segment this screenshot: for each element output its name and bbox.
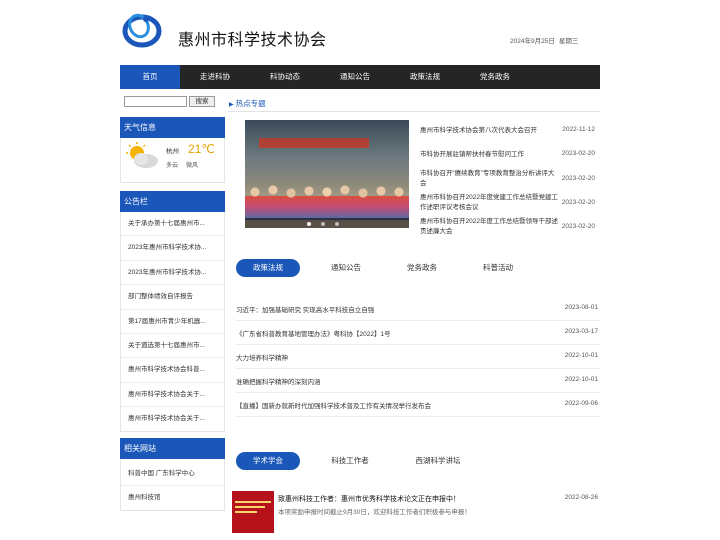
news-date: 2022-10-01 — [564, 376, 598, 383]
tab-science[interactable]: 科普活动 — [466, 259, 530, 277]
notice-item[interactable]: 关于承办第十七届惠州市... — [121, 212, 224, 237]
search-input[interactable] — [124, 96, 187, 107]
news-date: 2023-08-01 — [564, 304, 598, 311]
tab-policy[interactable]: 政策法规 — [236, 259, 300, 277]
academic-tabs: 学术学会 科技工作者 西湖科学讲坛 — [236, 452, 600, 472]
featured-date: 2022-08-26 — [564, 494, 598, 501]
notice-item[interactable]: 部门整体绩效自评报告 — [121, 285, 224, 310]
weather-temp: 21℃ — [188, 142, 215, 156]
notice-item[interactable]: 关于遴选第十七届惠州市... — [121, 334, 224, 359]
notice-item[interactable]: 惠州市科学技术协会关于... — [121, 407, 224, 431]
tab-scientists[interactable]: 科技工作者 — [318, 452, 382, 470]
weekday-text: 星期三 — [558, 38, 579, 45]
hot-topics-heading: ▶ 热点专题 — [229, 98, 266, 109]
featured-thumbnail[interactable] — [232, 491, 274, 533]
nav-about[interactable]: 走进科协 — [180, 65, 250, 89]
news-row[interactable]: 习近平：加强基础研究 实现高水平科技自立自强 2023-08-01 — [236, 297, 600, 321]
weather-heading: 天气信息 — [120, 117, 225, 138]
link-item[interactable]: 科普中国 广东科学中心 — [121, 462, 224, 486]
carousel-photo — [245, 180, 409, 220]
hot-item-title: 市科协开展驻镇帮扶村春节慰问工作 — [420, 151, 524, 158]
news-title: 准确把握科学精神的深刻内涵 — [236, 379, 321, 386]
nav-notices[interactable]: 通知公告 — [320, 65, 390, 89]
links-list: 科普中国 广东科学中心 惠州科技馆 — [120, 459, 225, 511]
notice-item[interactable]: 2023年惠州市科学技术协... — [121, 261, 224, 286]
notice-list: 关于承办第十七届惠州市... 2023年惠州市科学技术协... 2023年惠州市… — [120, 212, 225, 432]
carousel-dot[interactable] — [307, 222, 311, 226]
news-row[interactable]: 《广东省科普教育基地管理办法》粤科协【2022】1号 2023-03-17 — [236, 321, 600, 345]
thumbnail-line — [235, 506, 265, 508]
news-title: 【直播】国新办就新时代加强科学技术普及工作有关情况举行发布会 — [236, 403, 431, 410]
triangle-right-icon: ▶ — [229, 102, 234, 108]
news-row[interactable]: 大力培养科学精神 2022-10-01 — [236, 345, 600, 369]
hot-item-title: 惠州市科学技术协会第八次代表大会召开 — [420, 127, 537, 134]
weather-wind: 微风 — [186, 163, 199, 169]
featured-title[interactable]: 致惠州科技工作者：惠州市优秀科学技术论文正在申报中！ — [278, 494, 460, 504]
weather-condition: 多云 — [166, 163, 179, 169]
main-nav: 首页 走进科协 科协动态 通知公告 政策法规 党务政务 — [120, 65, 600, 89]
weather-city: 杭州 — [166, 148, 179, 155]
site-title: 惠州市科学技术协会 — [178, 32, 327, 49]
hot-topics-label: 热点专题 — [235, 99, 266, 108]
nav-party[interactable]: 党务政务 — [460, 65, 530, 89]
search-button[interactable]: 搜索 — [189, 96, 215, 107]
hot-item-title: 惠州市科协召开2022年度工作总结暨领导干部述责述廉大会 — [420, 218, 558, 235]
logo-icon — [122, 13, 162, 48]
news-title: 《广东省科普教育基地管理办法》粤科协【2022】1号 — [236, 331, 391, 338]
tab-notices[interactable]: 通知公告 — [314, 259, 378, 277]
news-date: 2022-09-06 — [564, 400, 598, 407]
notice-item[interactable]: 惠州市科学技术协会科普... — [121, 358, 224, 383]
divider — [228, 111, 600, 112]
news-row[interactable]: 准确把握科学精神的深刻内涵 2022-10-01 — [236, 369, 600, 393]
photo-carousel[interactable] — [245, 120, 409, 228]
tab-academic[interactable]: 学术学会 — [236, 452, 300, 470]
nav-policy[interactable]: 政策法规 — [390, 65, 460, 89]
hot-item-date: 2023-02-20 — [561, 175, 595, 182]
nav-news[interactable]: 科协动态 — [250, 65, 320, 89]
hot-item-title: 惠州市科协召开2022年度党建工作总结暨党建工作述职评议考核会议 — [420, 194, 558, 211]
date-display: 2024年9月25日 星期三 — [510, 35, 578, 45]
link-item[interactable]: 惠州科技馆 — [121, 486, 224, 510]
news-title: 大力培养科学精神 — [236, 355, 288, 362]
tab-westlake-forum[interactable]: 西湖科学讲坛 — [406, 452, 470, 470]
notice-item[interactable]: 惠州市科学技术协会关于... — [121, 383, 224, 408]
thumbnail-line — [235, 501, 271, 503]
carousel-banner — [259, 138, 369, 148]
carousel-dot[interactable] — [321, 222, 325, 226]
carousel-dot[interactable] — [335, 222, 339, 226]
thumbnail-line — [235, 511, 257, 513]
news-date: 2022-10-01 — [564, 352, 598, 359]
partly-cloudy-icon — [126, 142, 158, 168]
news-title: 习近平：加强基础研究 实现高水平科技自立自强 — [236, 307, 375, 314]
hot-item-date: 2022-11-12 — [562, 126, 595, 133]
nav-home[interactable]: 首页 — [120, 65, 180, 89]
carousel-bar — [245, 218, 409, 228]
policy-tabs: 政策法规 通知公告 党务政务 科普活动 — [236, 259, 600, 279]
date-text: 2024年9月25日 — [510, 38, 555, 45]
tab-party[interactable]: 党务政务 — [390, 259, 454, 277]
news-row[interactable]: 【直播】国新办就新时代加强科学技术普及工作有关情况举行发布会 2022-09-0… — [236, 393, 600, 417]
notice-item[interactable]: 第17届惠州市青少年机器... — [121, 310, 224, 334]
hot-item-date: 2023-02-20 — [561, 223, 595, 230]
hot-item-title: 市科协召开“赓续教育”专项教育整治分析讲评大会 — [420, 170, 555, 187]
hot-item-date: 2023-02-20 — [561, 199, 595, 206]
links-heading: 相关网站 — [120, 438, 225, 459]
featured-description: 本项奖励申报时间截止9月30日，欢迎科技工作者们积极参与申报！ — [278, 509, 471, 516]
notice-heading: 公告栏 — [120, 191, 225, 212]
page: 惠州市科学技术协会 2024年9月25日 星期三 首页 走进科协 科协动态 通知公… — [120, 0, 600, 540]
notice-item[interactable]: 2023年惠州市科学技术协... — [121, 236, 224, 261]
news-date: 2023-03-17 — [564, 328, 598, 335]
hot-item-date: 2023-02-20 — [561, 150, 595, 157]
